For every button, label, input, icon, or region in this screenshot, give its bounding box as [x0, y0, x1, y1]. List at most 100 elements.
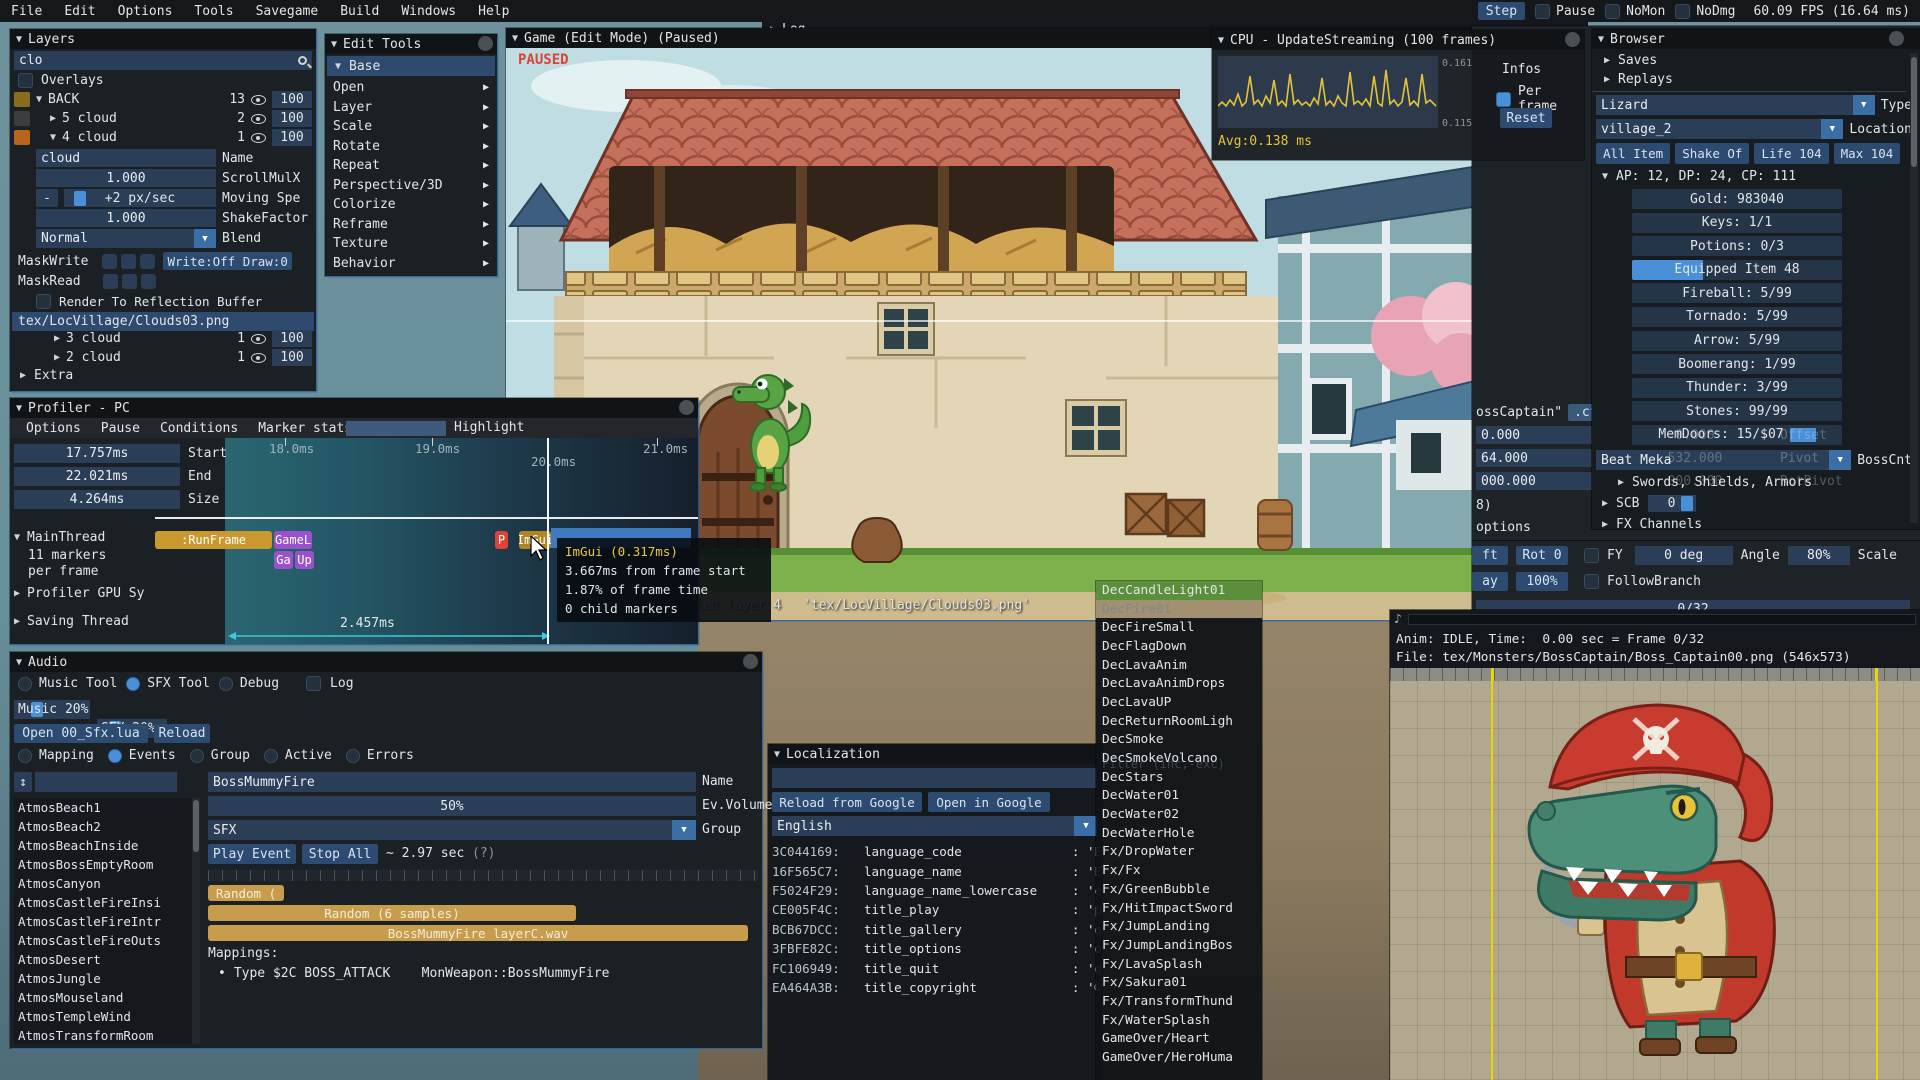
localization-row[interactable]: 3FBFE82C: title_options : 'o [772, 939, 1102, 958]
chevron-down-icon[interactable]: ▼ [1821, 119, 1844, 139]
audio-mode-radio[interactable]: SFX Tool [126, 676, 210, 691]
fx-list-item[interactable]: DecLavaAnim [1096, 656, 1262, 675]
sound-list-item[interactable]: AtmosCanyon [14, 874, 192, 893]
fx-list-item[interactable]: Fx/TransformThund [1096, 992, 1262, 1011]
reload-google-button[interactable]: Reload from Google [772, 792, 922, 812]
log-checkbox[interactable] [306, 676, 322, 691]
chevron-down-icon[interactable]: ▼ [194, 229, 216, 248]
scb-slider[interactable]: 0 [1647, 495, 1696, 512]
sound-list-item[interactable]: AtmosDesert [14, 950, 192, 969]
chevron-down-icon[interactable]: ▼ [672, 820, 696, 840]
profiler-menu-item[interactable]: Pause [91, 421, 150, 436]
event-search-input[interactable] [35, 772, 177, 792]
item-button[interactable]: Potions: 0/3 [1632, 236, 1842, 257]
reflection-checkbox[interactable] [36, 293, 51, 309]
reload-button[interactable]: Reload [154, 724, 210, 743]
menu-item[interactable]: File [0, 4, 53, 19]
left-button[interactable]: ft [1472, 546, 1508, 565]
main-thread-row[interactable]: ▼ MainThread [14, 530, 105, 545]
edit-tool-item[interactable]: Layer ▶ [327, 98, 495, 117]
edit-tool-item[interactable]: Colorize ▶ [327, 195, 495, 214]
inspector-field[interactable]: 000.000 [1476, 472, 1594, 490]
sample-bar[interactable]: Random ( [208, 885, 284, 901]
sound-list-item[interactable]: AtmosBeach2 [14, 817, 192, 836]
audio-filter-radio[interactable]: Mapping [18, 748, 94, 763]
moving-speed-slider[interactable]: +2 px/sec [64, 189, 216, 207]
music-volume-slider[interactable]: Music 20% [14, 700, 90, 719]
collapse-icon[interactable]: ▼ [512, 33, 518, 44]
marker-up[interactable]: Up [295, 551, 314, 569]
play-event-button[interactable]: Play Event [208, 844, 296, 864]
expand-icon[interactable]: ▶ [1604, 74, 1610, 85]
bosscnt-dropdown[interactable]: Beat Meka ▼ [1596, 450, 1852, 470]
cpu-window-button[interactable] [1565, 32, 1580, 47]
collapse-icon[interactable]: ▼ [774, 749, 780, 760]
cpu-titlebar[interactable]: ▼ CPU - UpdateStreaming (100 frames) [1212, 30, 1584, 50]
audio-titlebar[interactable]: ▼ Audio [10, 652, 762, 672]
extra-group-row[interactable]: ▶ Extra [20, 368, 73, 383]
fx-list-item[interactable]: Fx/WaterSplash [1096, 1011, 1262, 1030]
collapse-icon[interactable]: ▼ [1602, 171, 1608, 182]
fx-list-item[interactable]: DecWater02 [1096, 805, 1262, 824]
sound-list-item[interactable]: AtmosCastleFireOuts [14, 931, 192, 950]
expand-icon[interactable]: ▶ [1604, 55, 1610, 66]
fx-list-item[interactable]: Fx/DropWater [1096, 843, 1262, 862]
sample-bar[interactable]: BossMummyFire layerC.wav [208, 925, 748, 941]
audio-filter-radio[interactable]: Events [107, 748, 176, 763]
fx-list-item[interactable]: DecFireSmall [1096, 618, 1262, 637]
sound-list-scrollbar[interactable] [192, 798, 200, 1044]
visibility-eye-icon[interactable] [251, 352, 266, 363]
collapse-icon[interactable]: ▼ [335, 61, 341, 72]
expand-icon[interactable]: ▶ [50, 113, 56, 124]
menu-item[interactable]: Help [467, 4, 520, 19]
sound-list-item[interactable]: AtmosBeachInside [14, 836, 192, 855]
localization-row[interactable]: F5024F29: language_name_lowercase : 'e [772, 881, 1102, 900]
fx-list-item[interactable]: DecReturnRoomLigh [1096, 712, 1262, 731]
menu-item[interactable]: Windows [390, 4, 467, 19]
browser-titlebar[interactable]: ▼ Browser [1592, 29, 1920, 49]
audio-mode-radio[interactable]: Music Tool [18, 676, 117, 691]
profiler-start-input[interactable]: 17.757ms [14, 444, 180, 463]
debug-toggle[interactable]: NoDmg [1675, 3, 1735, 19]
collapse-icon[interactable]: ▼ [331, 39, 337, 50]
layer-row[interactable]: ▼ BACK 13 100 [14, 90, 312, 109]
sound-list-item[interactable]: AtmosMouseland [14, 988, 192, 1007]
scrollmul-input[interactable]: 1.000 [36, 169, 216, 187]
language-dropdown[interactable]: English ▼ [772, 816, 1098, 836]
debug-toggle[interactable]: Pause [1535, 3, 1595, 19]
audio-window-button[interactable] [743, 654, 758, 669]
frame-ruler[interactable] [1390, 668, 1920, 681]
chevron-down-icon[interactable]: ▼ [1829, 450, 1852, 470]
sound-list-item[interactable]: AtmosTempleWind [14, 1007, 192, 1026]
layer-row[interactable]: ▼ 4 cloud 1 100 [14, 128, 312, 147]
profiler-size-input[interactable]: 4.264ms [14, 490, 180, 509]
sound-list-item[interactable]: AtmosBossEmptyRoom [14, 855, 192, 874]
fx-list-item[interactable]: DecWater01 [1096, 787, 1262, 806]
step-button[interactable]: Step [1477, 2, 1526, 20]
type-dropdown[interactable]: Lizard ▼ [1596, 95, 1875, 115]
fx-list-item[interactable]: DecFire01 [1096, 599, 1262, 619]
expand-icon[interactable]: ▶ [54, 352, 60, 363]
fx-list-item[interactable]: DecLavaUP [1096, 693, 1262, 712]
collapse-icon[interactable]: ▼ [16, 657, 22, 668]
inspector-field[interactable]: 64.000 [1476, 449, 1594, 467]
fx-channels-row[interactable]: ▶ FX Channels [1602, 517, 1702, 532]
shakefactor-input[interactable]: 1.000 [36, 209, 216, 227]
item-button[interactable]: Thunder: 3/99 [1632, 377, 1842, 398]
scb-row[interactable]: ▶ SCB 0 [1602, 495, 1696, 512]
fy-checkbox[interactable] [1584, 548, 1599, 563]
fx-list-item[interactable]: DecSmoke [1096, 731, 1262, 750]
audio-filter-radio[interactable]: Errors [345, 748, 414, 763]
localization-row[interactable]: 3C044169: language_code : 'E [772, 842, 1102, 861]
debug-toggle[interactable]: NoMon [1605, 3, 1665, 19]
sound-list-item[interactable]: AtmosCastleFireIntr [14, 912, 192, 931]
audio-filter-radio[interactable]: Active [263, 748, 332, 763]
fx-list-item[interactable]: Fx/LavaSplash [1096, 955, 1262, 974]
angle-input[interactable]: 0 deg [1634, 546, 1733, 565]
maskread-flag-1[interactable] [102, 273, 118, 289]
open-google-button[interactable]: Open in Google [928, 792, 1050, 812]
layer-opacity[interactable]: 100 [272, 129, 312, 146]
edit-tool-item[interactable]: Texture ▶ [327, 234, 495, 253]
fx-list-item[interactable]: GameOver/Heart [1096, 1030, 1262, 1049]
edit-tools-titlebar[interactable]: ▼ Edit Tools [325, 34, 497, 54]
